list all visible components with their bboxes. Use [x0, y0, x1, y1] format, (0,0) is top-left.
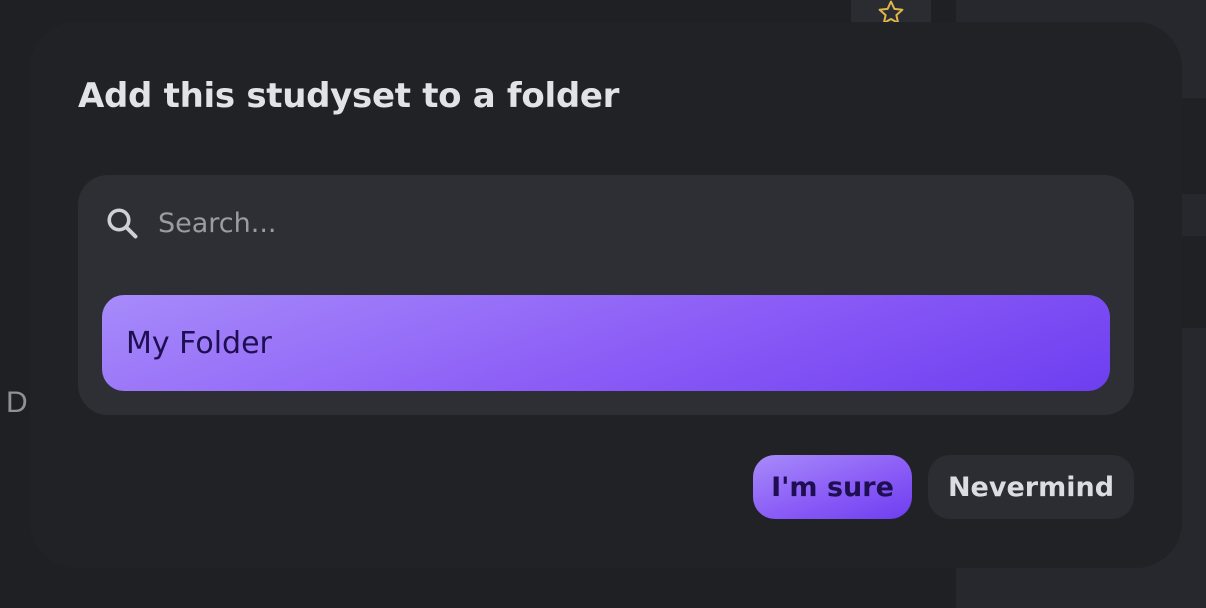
folder-picker: My Folder — [78, 175, 1134, 415]
folder-search-input[interactable] — [158, 199, 1058, 247]
star-button[interactable] — [851, 0, 931, 24]
dialog-title: Add this studyset to a folder — [78, 76, 620, 116]
confirm-button[interactable]: I'm sure — [753, 455, 912, 519]
background-text-fragment: D — [6, 386, 28, 419]
folder-option-label: My Folder — [126, 325, 272, 361]
folder-option-my-folder[interactable]: My Folder — [102, 295, 1110, 391]
search-icon — [107, 208, 138, 239]
cancel-button[interactable]: Nevermind — [928, 455, 1134, 519]
add-to-folder-dialog: Add this studyset to a folder My Folder … — [30, 22, 1182, 568]
